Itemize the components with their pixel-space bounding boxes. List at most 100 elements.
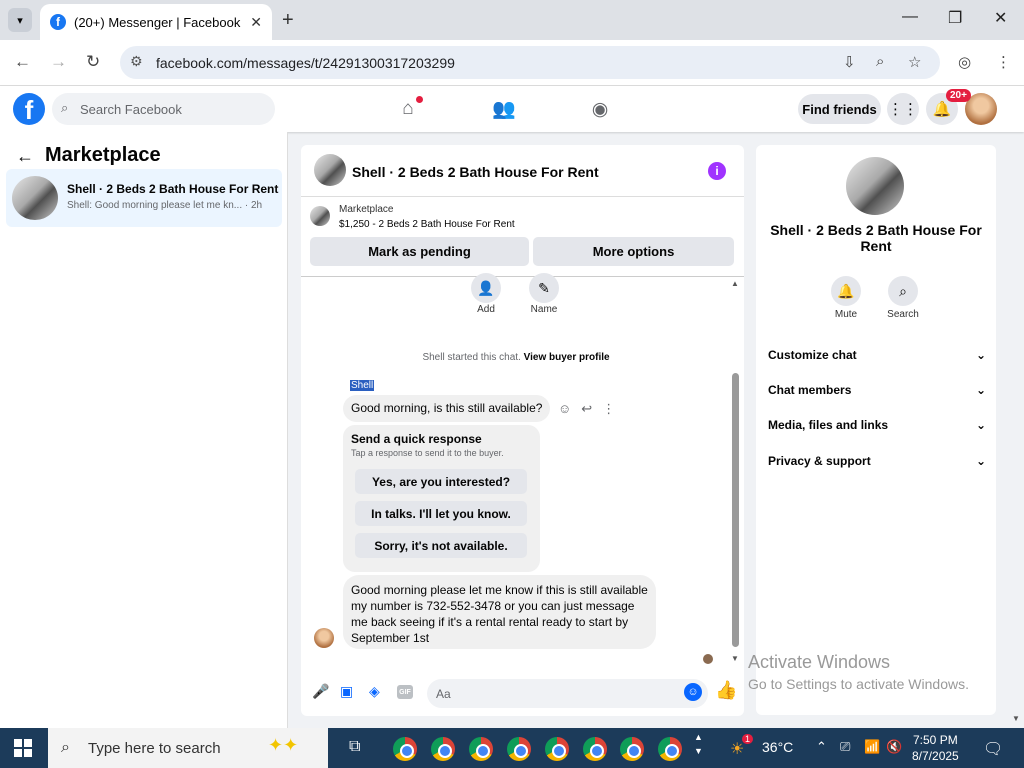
privacy-support-section[interactable]: Privacy & support ⌄	[768, 454, 986, 468]
media-files-links-section[interactable]: Media, files and links ⌄	[768, 418, 986, 432]
site-info-icon[interactable]: ⚙	[130, 53, 143, 70]
chat-members-section[interactable]: Chat members ⌄	[768, 383, 986, 397]
install-app-icon[interactable]: ⇩	[843, 53, 856, 71]
chrome-taskbar-icon[interactable]	[620, 737, 644, 761]
more-options-button[interactable]: More options	[533, 237, 734, 266]
quick-response-subtitle: Tap a response to send it to the buyer.	[351, 448, 504, 458]
url-field[interactable]: ⚙ facebook.com/messages/t/24291300317203…	[120, 46, 940, 79]
chrome-taskbar-icon[interactable]	[507, 737, 531, 761]
back-button[interactable]: ←	[14, 52, 31, 72]
close-window-button[interactable]: ✕	[994, 8, 1007, 28]
chrome-taskbar-icon[interactable]	[469, 737, 493, 761]
search-placeholder: Search Facebook	[80, 101, 182, 117]
add-person-icon[interactable]: 👤	[471, 273, 501, 303]
reply-icon[interactable]: ↩	[581, 401, 592, 417]
message-bubble[interactable]: Good morning, is this still available?	[343, 395, 551, 422]
tab-search-dropdown[interactable]: ▾	[8, 8, 32, 32]
chat-header: Shell · 2 Beds 2 Bath House For Rent i	[301, 145, 744, 197]
marketplace-label: Marketplace	[339, 204, 394, 215]
listing-thumbnail	[12, 176, 58, 220]
info-icon[interactable]: i	[708, 162, 726, 180]
chrome-taskbar-icon[interactable]	[583, 737, 607, 761]
clock-date: 8/7/2025	[912, 749, 959, 763]
chevron-down-icon: ⌄	[975, 418, 986, 432]
temperature[interactable]: 36°C	[762, 739, 793, 755]
bookmark-star-icon[interactable]: ☆	[908, 53, 921, 71]
taskbar-clock[interactable]: 7:50 PM 8/7/2025	[912, 732, 959, 764]
quick-reply-not-available[interactable]: Sorry, it's not available.	[355, 533, 527, 558]
conversation-title: Shell · 2 Beds 2 Bath House For Rent	[67, 182, 279, 196]
message-input[interactable]: Aa	[427, 679, 708, 708]
chat-details-pane: Shell · 2 Beds 2 Bath House For Rent 🔔 M…	[756, 145, 996, 715]
view-buyer-profile-link[interactable]: View buyer profile	[524, 352, 610, 363]
more-icon[interactable]: ⋮	[602, 401, 615, 417]
chrome-taskbar-icon[interactable]	[431, 737, 455, 761]
find-friends-button[interactable]: Find friends	[798, 94, 881, 124]
chevron-down-icon: ⌄	[975, 348, 986, 362]
friends-icon[interactable]: 👥	[488, 94, 520, 124]
sender-avatar[interactable]	[314, 628, 334, 648]
meet-now-icon[interactable]: ⎚	[840, 739, 850, 755]
photo-icon[interactable]: ▣	[340, 683, 353, 700]
emoji-icon[interactable]: ☺	[684, 683, 702, 701]
reload-button[interactable]: ↻	[86, 52, 100, 72]
maximize-button[interactable]: ❐	[948, 8, 962, 28]
page-scroll-down-arrow[interactable]: ▼	[1012, 714, 1020, 723]
notification-center-icon[interactable]: 🗨	[983, 739, 1003, 759]
facebook-logo-icon[interactable]: f	[13, 93, 45, 125]
customize-chat-section[interactable]: Customize chat ⌄	[768, 348, 986, 362]
chrome-taskbar-icon[interactable]	[545, 737, 569, 761]
notification-badge: 20+	[946, 89, 971, 102]
browser-tab-strip: ▾ f (20+) Messenger | Facebook ✕ + — ❐ ✕	[0, 0, 1024, 40]
activate-windows-subtitle: Go to Settings to activate Windows.	[748, 676, 969, 692]
show-hidden-icons-icon[interactable]: ⌃	[816, 739, 827, 755]
details-thumbnail[interactable]	[846, 157, 904, 215]
sticker-icon[interactable]: ◈	[369, 683, 380, 700]
browser-tab[interactable]: f (20+) Messenger | Facebook ✕	[40, 4, 272, 40]
mute-bell-icon[interactable]: 🔔	[831, 276, 861, 306]
taskbar-search-input[interactable]: ⌕ Type here to search ✦✦	[48, 728, 328, 768]
network-icon[interactable]: 📶	[864, 739, 880, 755]
search-icon: ⌕	[61, 100, 69, 115]
quick-reply-in-talks[interactable]: In talks. I'll let you know.	[355, 501, 527, 526]
react-emoji-icon[interactable]: ☺	[558, 401, 571, 417]
chrome-taskbar-icon[interactable]	[658, 737, 682, 761]
facebook-favicon-icon: f	[50, 14, 66, 30]
facebook-search-input[interactable]: ⌕ Search Facebook	[52, 93, 275, 125]
message-bubble[interactable]: Good morning please let me know if this …	[343, 575, 656, 649]
microphone-icon[interactable]: 🎤	[312, 683, 329, 700]
task-view-icon[interactable]: ⧉	[349, 738, 360, 756]
close-tab-icon[interactable]: ✕	[250, 14, 262, 31]
chrome-taskbar-icon[interactable]	[393, 737, 417, 761]
new-tab-button[interactable]: +	[282, 9, 294, 32]
groups-icon[interactable]: ◉	[584, 94, 616, 124]
taskbar-scroll-arrows[interactable]: ▲ ▼	[694, 730, 703, 758]
volume-muted-icon[interactable]: 🔇	[886, 739, 902, 755]
marketplace-sidebar: ← Marketplace Shell · 2 Beds 2 Bath Hous…	[0, 132, 288, 728]
chat-title[interactable]: Shell · 2 Beds 2 Bath House For Rent	[352, 164, 599, 180]
listing-price[interactable]: $1,250 - 2 Beds 2 Bath House For Rent	[339, 219, 515, 230]
profile-icon[interactable]: ◎	[958, 53, 971, 71]
tab-title: (20+) Messenger | Facebook	[74, 14, 241, 30]
facebook-header: f ⌕ Search Facebook ⌂ 👥 ◉ Find friends ⋮…	[0, 86, 1024, 132]
message-actions: ☺ ↩ ⋮	[558, 401, 615, 417]
minimize-button[interactable]: —	[902, 8, 918, 26]
mark-as-pending-button[interactable]: Mark as pending	[310, 237, 529, 266]
start-windows-icon[interactable]	[14, 739, 32, 757]
gif-icon[interactable]: GIF	[397, 685, 413, 699]
search-icon[interactable]: ⌕	[888, 276, 918, 306]
chat-thumbnail[interactable]	[314, 154, 346, 186]
like-thumbs-up-icon[interactable]: 👍	[715, 680, 737, 701]
conversation-item[interactable]: Shell · 2 Beds 2 Bath House For Rent She…	[6, 169, 282, 227]
menu-grid-icon[interactable]: ⋮⋮	[887, 93, 919, 125]
chat-scrollbar[interactable]	[732, 373, 739, 647]
edit-name-icon[interactable]: ✎	[529, 273, 559, 303]
scroll-down-arrow[interactable]: ▼	[731, 654, 739, 663]
back-arrow-icon[interactable]: ←	[16, 146, 34, 167]
zoom-icon[interactable]: ⌕	[876, 53, 884, 70]
forward-button[interactable]: →	[50, 52, 67, 72]
scroll-up-arrow[interactable]: ▲	[731, 279, 739, 288]
menu-icon[interactable]: ⋮	[996, 53, 1011, 71]
chevron-down-icon: ⌄	[975, 383, 986, 397]
quick-reply-interested[interactable]: Yes, are you interested?	[355, 469, 527, 494]
